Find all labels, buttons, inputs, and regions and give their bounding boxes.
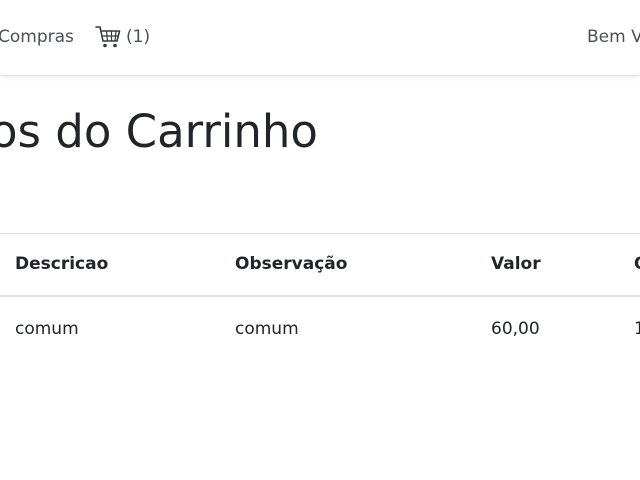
cart-table: Descricao Observação Valor Q comum comum…	[0, 233, 640, 362]
page-title: os do Carrinho	[0, 105, 318, 158]
table-cell-quantidade: 1	[634, 319, 640, 339]
column-header-observacao: Observação	[235, 254, 348, 275]
navbar: Compras (1) Bem V	[0, 0, 640, 76]
column-header-valor: Valor	[491, 254, 541, 275]
table-header-row: Descricao Observação Valor Q	[0, 233, 640, 296]
table-cell-valor: 60,00	[491, 319, 540, 339]
table-header: Descricao Observação Valor Q	[0, 233, 640, 296]
column-header-quantidade: Q	[619, 234, 640, 296]
user-greeting: Bem V	[587, 27, 640, 47]
table-row: comum comum 60,00 1	[0, 296, 640, 362]
page: Compras (1) Bem V os do Carrinho Descric…	[0, 0, 640, 480]
table-cell-observacao: comum	[235, 319, 299, 339]
shopping-cart-icon	[95, 26, 121, 48]
column-header-descricao: Descricao	[15, 254, 109, 275]
table-body: comum comum 60,00 1	[0, 296, 640, 362]
nav-link-cart[interactable]: (1)	[95, 24, 150, 50]
table-cell-descricao: comum	[15, 319, 79, 339]
cart-count: (1)	[126, 27, 151, 47]
nav-link-compras[interactable]: Compras	[0, 26, 74, 48]
